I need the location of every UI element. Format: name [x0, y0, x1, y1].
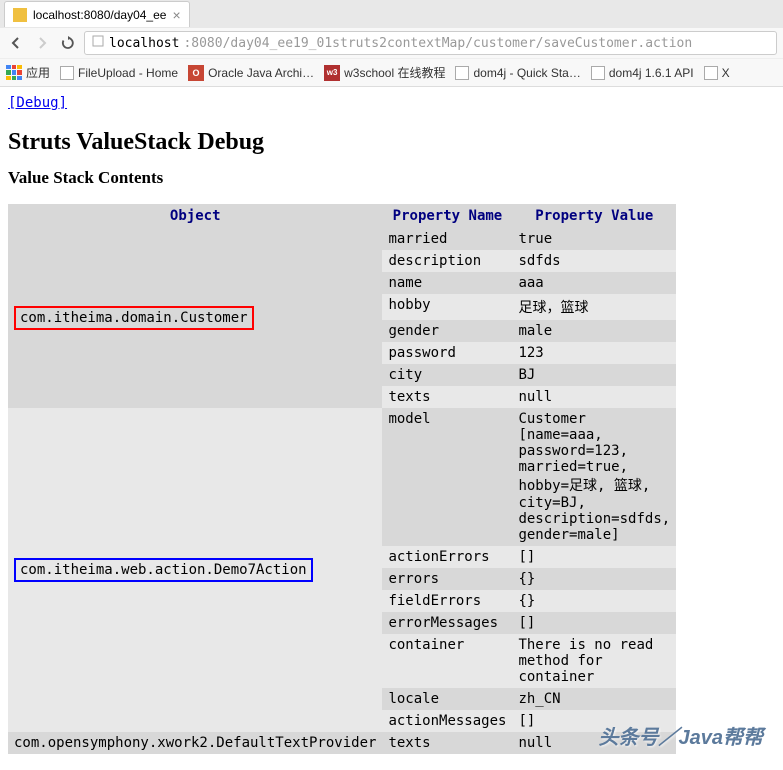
property-name: model: [382, 408, 512, 546]
property-name: married: [382, 228, 512, 250]
property-name: texts: [382, 732, 512, 754]
url-bar[interactable]: localhost :8080/day04_ee19_01struts2conte…: [84, 31, 777, 55]
property-value: sdfds: [512, 250, 676, 272]
property-value: male: [512, 320, 676, 342]
table-row: com.itheima.web.action.Demo7ActionmodelC…: [8, 408, 676, 546]
reload-button[interactable]: [58, 33, 78, 53]
object-name: com.itheima.domain.Customer: [14, 306, 254, 330]
property-value: {}: [512, 568, 676, 590]
file-icon: [60, 66, 74, 80]
watermark: 头条号／Java帮帮: [599, 721, 764, 750]
bookmark-w3school[interactable]: w3 w3school 在线教程: [324, 64, 445, 81]
property-value: There is no read method for container: [512, 634, 676, 688]
property-value: {}: [512, 590, 676, 612]
property-name: actionErrors: [382, 546, 512, 568]
property-value: 足球，篮球: [512, 294, 676, 320]
apps-label: 应用: [26, 64, 50, 81]
bookmark-oracle[interactable]: O Oracle Java Archi…: [188, 65, 314, 81]
url-host: localhost: [109, 36, 179, 51]
bookmark-fileupload[interactable]: FileUpload - Home: [60, 66, 178, 80]
object-cell: com.itheima.web.action.Demo7Action: [8, 408, 382, 732]
property-value: zh_CN: [512, 688, 676, 710]
property-name: hobby: [382, 294, 512, 320]
bookmark-x[interactable]: X: [704, 66, 730, 80]
section-title: Value Stack Contents: [8, 168, 775, 188]
property-value: aaa: [512, 272, 676, 294]
header-prop-name: Property Name: [382, 204, 512, 228]
browser-chrome: localhost:8080/day04_ee × localhost:8080…: [0, 0, 783, 87]
object-name: com.opensymphony.xwork2.DefaultTextProvi…: [14, 735, 376, 751]
object-cell: com.itheima.domain.Customer: [8, 228, 382, 408]
file-icon: [455, 66, 469, 80]
table-row: com.itheima.domain.Customermarriedtrue: [8, 228, 676, 250]
property-name: locale: [382, 688, 512, 710]
back-button[interactable]: [6, 33, 26, 53]
oracle-icon: O: [188, 65, 204, 81]
header-object: Object: [8, 204, 382, 228]
tab-title: localhost:8080/day04_ee: [33, 8, 166, 22]
property-name: fieldErrors: [382, 590, 512, 612]
property-name: errorMessages: [382, 612, 512, 634]
table-header-row: Object Property Name Property Value: [8, 204, 676, 228]
property-value: BJ: [512, 364, 676, 386]
object-cell: com.opensymphony.xwork2.DefaultTextProvi…: [8, 732, 382, 754]
property-name: password: [382, 342, 512, 364]
property-name: container: [382, 634, 512, 688]
property-value: []: [512, 612, 676, 634]
property-value: []: [512, 546, 676, 568]
url-path: :8080/day04_ee19_01struts2contextMap/cus…: [183, 36, 692, 51]
bookmark-dom4j-api[interactable]: dom4j 1.6.1 API: [591, 66, 694, 80]
bookmark-label: w3school 在线教程: [344, 64, 445, 81]
bookmark-dom4j-quick[interactable]: dom4j - Quick Sta…: [455, 66, 580, 80]
property-value: Customer [name=aaa, password=123, marrie…: [512, 408, 676, 546]
file-icon: [591, 66, 605, 80]
forward-button[interactable]: [32, 33, 52, 53]
property-name: name: [382, 272, 512, 294]
page-content: [Debug] Struts ValueStack Debug Value St…: [0, 87, 783, 762]
page-title: Struts ValueStack Debug: [8, 129, 775, 156]
property-name: texts: [382, 386, 512, 408]
property-value: null: [512, 386, 676, 408]
bookmark-label: dom4j 1.6.1 API: [609, 66, 694, 80]
property-value: 123: [512, 342, 676, 364]
apps-icon: [6, 65, 22, 81]
property-name: gender: [382, 320, 512, 342]
bookmarks-bar: 应用 FileUpload - Home O Oracle Java Archi…: [0, 58, 783, 86]
bookmark-label: dom4j - Quick Sta…: [473, 66, 580, 80]
apps-button[interactable]: 应用: [6, 64, 50, 81]
property-name: actionMessages: [382, 710, 512, 732]
property-value: true: [512, 228, 676, 250]
property-name: description: [382, 250, 512, 272]
bookmark-label: Oracle Java Archi…: [208, 66, 314, 80]
debug-link[interactable]: [Debug]: [8, 95, 67, 111]
bookmark-label: FileUpload - Home: [78, 66, 178, 80]
header-prop-value: Property Value: [512, 204, 676, 228]
file-icon: [704, 66, 718, 80]
property-name: errors: [382, 568, 512, 590]
bookmark-label: X: [722, 66, 730, 80]
browser-tab[interactable]: localhost:8080/day04_ee ×: [4, 1, 190, 27]
tab-bar: localhost:8080/day04_ee ×: [0, 0, 783, 28]
close-icon[interactable]: ×: [172, 7, 180, 23]
object-name: com.itheima.web.action.Demo7Action: [14, 558, 313, 582]
page-icon-small: [91, 34, 105, 52]
w3-icon: w3: [324, 65, 340, 81]
nav-bar: localhost :8080/day04_ee19_01struts2conte…: [0, 28, 783, 58]
property-name: city: [382, 364, 512, 386]
table-row: com.opensymphony.xwork2.DefaultTextProvi…: [8, 732, 676, 754]
value-stack-table: Object Property Name Property Value com.…: [8, 204, 676, 754]
page-icon: [13, 8, 27, 22]
